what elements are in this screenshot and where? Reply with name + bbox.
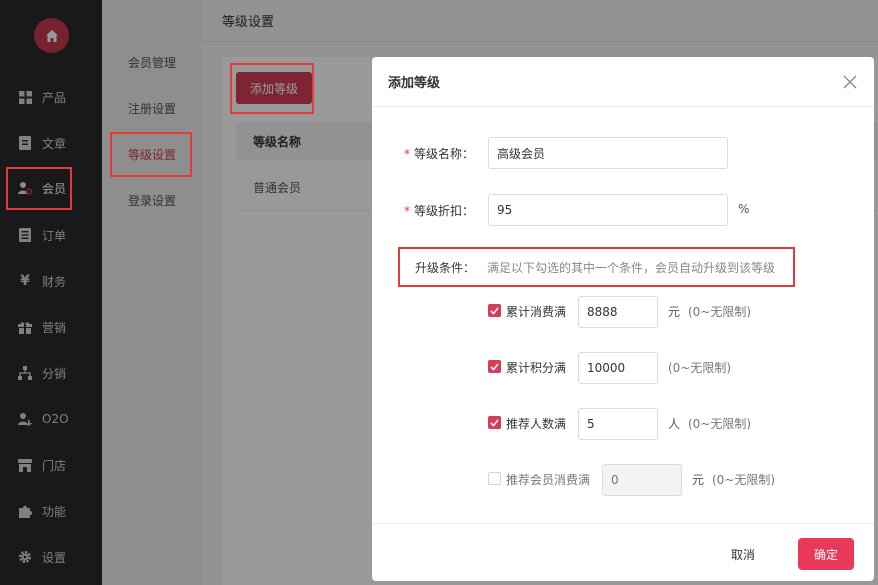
- dialog-title: 添加等级: [372, 57, 874, 107]
- total-spend-input[interactable]: [578, 296, 658, 328]
- total-spend-checkbox[interactable]: [488, 304, 501, 317]
- total-spend-unit: 元: [668, 305, 681, 319]
- level-name-label-text: 等级名称：: [414, 147, 475, 161]
- referral-count-checkbox[interactable]: [488, 416, 501, 429]
- check-icon: [490, 362, 499, 371]
- discount-label: * 等级折扣：: [404, 202, 474, 219]
- referral-spend-input[interactable]: [602, 464, 682, 496]
- required-mark: *: [404, 147, 410, 161]
- referral-spend-label: 推荐会员消费满: [506, 473, 591, 487]
- discount-input[interactable]: [488, 194, 728, 226]
- referral-count-label: 推荐人数满: [506, 417, 567, 431]
- total-points-checkbox[interactable]: [488, 360, 501, 373]
- discount-label-text: 等级折扣：: [414, 204, 475, 218]
- confirm-button[interactable]: 确定: [798, 538, 854, 570]
- total-points-input[interactable]: [578, 352, 658, 384]
- close-button[interactable]: [840, 72, 860, 92]
- required-mark: *: [404, 204, 410, 218]
- dialog-footer: 取消 确定: [372, 523, 874, 581]
- level-name-label: * 等级名称：: [404, 145, 474, 162]
- total-points-note: (0~无限制): [668, 361, 732, 375]
- total-spend-note: (0~无限制): [688, 305, 752, 319]
- referral-count-input[interactable]: [578, 408, 658, 440]
- check-icon: [490, 306, 499, 315]
- condition-hint: 满足以下勾选的其中一个条件，会员自动升级到该等级: [487, 261, 776, 275]
- referral-spend-checkbox[interactable]: [488, 472, 501, 485]
- check-icon: [490, 418, 499, 427]
- referral-count-unit: 人: [668, 417, 681, 431]
- condition-label: 升级条件：: [415, 261, 476, 275]
- referral-count-note: (0~无限制): [688, 417, 752, 431]
- referral-spend-note: (0~无限制): [712, 473, 776, 487]
- close-icon: [843, 75, 857, 89]
- add-level-dialog: 添加等级 * 等级名称： * 等级折扣： % 升级条件： 满足以下勾选的其中一个条件…: [372, 57, 874, 581]
- percent-unit: %: [738, 202, 750, 216]
- total-spend-label: 累计消费满: [506, 305, 567, 319]
- total-points-label: 累计积分满: [506, 361, 567, 375]
- cancel-button[interactable]: 取消: [718, 538, 768, 570]
- level-name-input[interactable]: [488, 137, 728, 169]
- referral-spend-unit: 元: [692, 473, 705, 487]
